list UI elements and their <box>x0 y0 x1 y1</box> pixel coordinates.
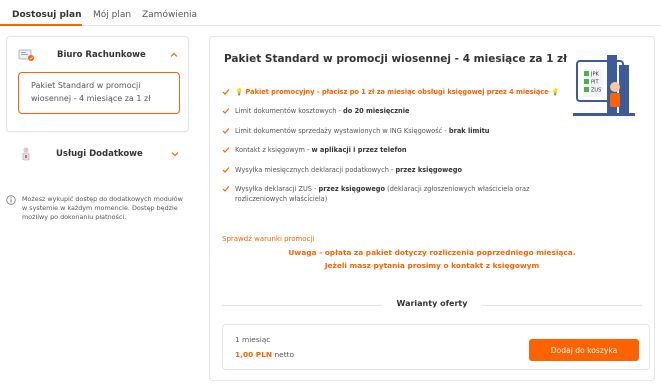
feature-text: Kontakt z księgowym - <box>235 146 312 154</box>
check-icon <box>222 108 230 114</box>
feature-bold: do 20 miesięcznie <box>343 107 410 115</box>
plan-selector-card: Biuro Rachunkowe Pakiet Standard w promo… <box>6 36 189 132</box>
feature-zus-declarations: Wysyłka deklaracji ZUS - przez księgoweg… <box>222 184 582 204</box>
chevron-up-icon[interactable] <box>170 51 178 59</box>
offer-card: 1 miesiąc 1,00 PLN netto Dodaj do koszyk… <box>222 324 650 370</box>
feature-promo: 💡 Pakiet promocyjny - płacisz po 1 zł za… <box>222 87 572 97</box>
warning-billing: Uwaga - opłata za pakiet dotyczy rozlicz… <box>288 248 576 257</box>
offer-net-label: netto <box>274 350 295 359</box>
illustration-label-jpk: JPK <box>590 72 599 78</box>
feature-bold: przez księgowego <box>395 166 462 174</box>
check-icon <box>222 147 230 153</box>
section-accounting-office[interactable]: Biuro Rachunkowe <box>7 41 188 69</box>
tab-my-plan[interactable]: Mój plan <box>93 10 131 20</box>
selected-plan-option[interactable]: Pakiet Standard w promocji wiosennej - 4… <box>18 72 180 114</box>
check-icon <box>222 167 230 173</box>
feature-cost-docs: Limit dokumentów kosztowych - do 20 mies… <box>222 106 572 116</box>
section-additional-services-label: Usługi Dodatkowe <box>56 149 143 159</box>
feature-bold: brak limitu <box>448 127 490 135</box>
feature-bold: w aplikacji i przez telefon <box>311 146 407 154</box>
feature-text: 💡 Pakiet promocyjny - płacisz po 1 zł za… <box>235 88 560 96</box>
feature-bold: przez księgowego <box>318 185 386 193</box>
tab-orders[interactable]: Zamówienia <box>142 10 197 20</box>
section-additional-services[interactable]: Usługi Dodatkowe <box>6 140 189 168</box>
info-text: Możesz wykupić dostęp do dodatkowych mod… <box>22 195 183 221</box>
feature-contact: Kontakt z księgowym - w aplikacji i prze… <box>222 145 572 155</box>
section-accounting-office-label: Biuro Rachunkowe <box>57 50 146 60</box>
check-icon <box>222 186 230 192</box>
additional-services-icon <box>22 147 30 161</box>
illustration-label-zus: ZUS <box>591 88 601 94</box>
offer-period: 1 miesiąc <box>235 335 271 344</box>
plan-title: Pakiet Standard w promocji wiosennej - 4… <box>224 53 568 65</box>
feature-tax-declarations: Wysyłka miesięcznych deklaracji podatkow… <box>222 165 572 175</box>
feature-sales-docs: Limit dokumentów sprzedaży wystawionych … <box>222 126 572 136</box>
warning-contact: Jeżeli masz pytania prosimy o kontakt z … <box>324 261 540 270</box>
check-icon <box>222 89 230 95</box>
plan-details-panel: Pakiet Standard w promocji wiosennej - 4… <box>209 36 655 381</box>
offer-amount: 1,00 PLN <box>235 350 273 359</box>
offer-variants-header: Warianty oferty <box>222 299 642 313</box>
check-icon <box>222 128 230 134</box>
add-to-cart-button[interactable]: Dodaj do koszyka <box>529 339 639 361</box>
offer-variants-label: Warianty oferty <box>396 299 468 308</box>
feature-text: Limit dokumentów sprzedaży wystawionych … <box>235 127 449 135</box>
feature-text: Wysyłka deklaracji ZUS - <box>235 185 319 193</box>
offer-price: 1,00 PLN netto <box>235 350 294 359</box>
documents-illustration: JPK PIT ZUS <box>573 55 635 116</box>
accountant-office-icon <box>18 49 34 61</box>
tab-bar: Dostosuj plan Mój plan Zamówienia <box>0 0 661 26</box>
tab-customize-plan[interactable]: Dostosuj plan <box>12 10 82 20</box>
feature-text: Wysyłka miesięcznych deklaracji podatkow… <box>235 166 396 174</box>
illustration-label-pit: PIT <box>591 80 599 86</box>
promo-terms-link[interactable]: Sprawdź warunki promocji <box>222 235 314 243</box>
selected-plan-line-1: Pakiet Standard w promocji <box>31 81 141 90</box>
chevron-down-icon[interactable] <box>171 150 179 158</box>
feature-text: Limit dokumentów kosztowych - <box>235 107 344 115</box>
info-icon <box>6 195 16 205</box>
active-tab-indicator <box>0 24 82 26</box>
selected-plan-line-2: wiosennej - 4 miesiące za 1 zł <box>31 94 151 103</box>
